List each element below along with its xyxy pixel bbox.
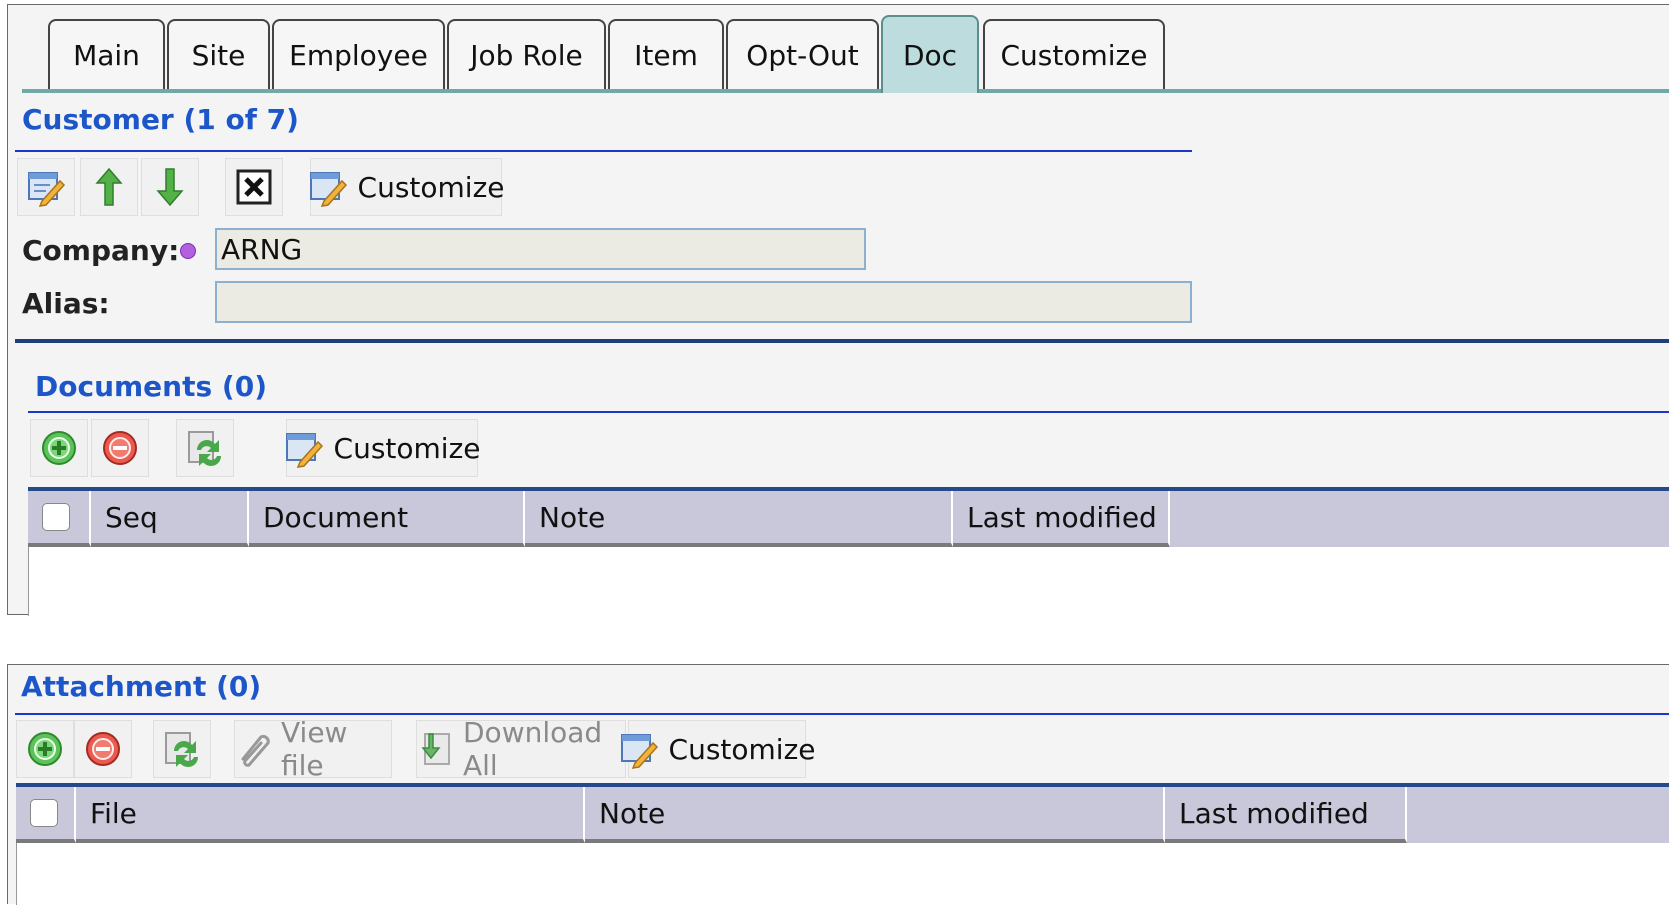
company-field[interactable]: ARNG bbox=[215, 228, 866, 270]
tab-opt-out[interactable]: Opt-Out bbox=[726, 19, 879, 89]
customer-title: Customer (1 of 7) bbox=[22, 103, 299, 136]
down-arrow-icon bbox=[155, 167, 185, 207]
documents-remove-button[interactable] bbox=[91, 419, 149, 477]
customize-label: Customize bbox=[357, 170, 505, 204]
customize-icon bbox=[619, 729, 659, 769]
attachment-title-rule bbox=[15, 713, 1669, 715]
attachment-customize-button[interactable]: Customize bbox=[620, 720, 816, 778]
tab-customize[interactable]: Customize bbox=[983, 19, 1165, 89]
select-all-checkbox[interactable] bbox=[30, 799, 58, 827]
view-file-label: View file bbox=[281, 716, 348, 782]
attachment-add-button[interactable] bbox=[16, 720, 74, 778]
attachment-remove-button[interactable] bbox=[74, 720, 132, 778]
delete-button[interactable] bbox=[225, 158, 283, 216]
customize-icon bbox=[284, 428, 324, 468]
close-box-icon bbox=[236, 169, 272, 205]
required-indicator bbox=[180, 243, 196, 259]
documents-add-button[interactable] bbox=[30, 419, 88, 477]
attachment-title: Attachment (0) bbox=[21, 670, 262, 703]
up-arrow-icon bbox=[94, 167, 124, 207]
move-down-button[interactable] bbox=[141, 158, 199, 216]
column-header-last-modified[interactable]: Last modified bbox=[1165, 787, 1407, 843]
tab-job-role[interactable]: Job Role bbox=[447, 19, 606, 89]
form-divider bbox=[15, 339, 1669, 343]
customer-customize-button[interactable]: Customize bbox=[308, 158, 505, 216]
documents-customize-button[interactable]: Customize bbox=[284, 419, 481, 477]
customize-label: Customize bbox=[668, 732, 816, 766]
tab-doc[interactable]: Doc bbox=[881, 15, 979, 93]
column-header-seq[interactable]: Seq bbox=[91, 491, 249, 547]
add-icon bbox=[40, 429, 78, 467]
refresh-icon bbox=[162, 729, 202, 769]
customer-title-rule bbox=[15, 150, 1192, 152]
remove-icon bbox=[84, 730, 122, 768]
documents-grid-header: Seq Document Note Last modified bbox=[28, 487, 1669, 547]
customize-label: Customize bbox=[333, 431, 481, 465]
download-icon bbox=[417, 730, 453, 768]
documents-grid-body bbox=[28, 547, 1669, 616]
tab-item[interactable]: Item bbox=[608, 19, 724, 89]
documents-title: Documents (0) bbox=[35, 370, 267, 403]
edit-button[interactable] bbox=[17, 158, 75, 216]
edit-form-icon bbox=[26, 167, 66, 207]
tab-underline bbox=[22, 89, 1669, 93]
alias-label: Alias: bbox=[22, 287, 110, 320]
tab-employee[interactable]: Employee bbox=[272, 19, 445, 89]
company-label: Company: bbox=[22, 234, 180, 267]
column-header-document[interactable]: Document bbox=[249, 491, 525, 547]
alias-field[interactable] bbox=[215, 281, 1192, 323]
customer-panel: Main Site Employee Job Role Item Opt-Out… bbox=[7, 4, 1669, 616]
column-header-last-modified[interactable]: Last modified bbox=[953, 491, 1170, 547]
view-file-button[interactable]: View file bbox=[234, 716, 392, 782]
column-header-file[interactable]: File bbox=[76, 787, 585, 843]
download-all-label: Download All bbox=[463, 716, 603, 782]
tab-main[interactable]: Main bbox=[48, 19, 165, 89]
attachment-panel: Attachment (0) View file Download All Cu… bbox=[7, 664, 1669, 905]
download-all-button[interactable]: Download All bbox=[416, 716, 626, 782]
remove-icon bbox=[101, 429, 139, 467]
add-icon bbox=[26, 730, 64, 768]
refresh-icon bbox=[185, 428, 225, 468]
paperclip-icon bbox=[235, 731, 271, 767]
attachment-refresh-button[interactable] bbox=[153, 720, 211, 778]
column-header-note[interactable]: Note bbox=[525, 491, 953, 547]
documents-select-all-cell bbox=[28, 491, 91, 547]
documents-title-rule bbox=[28, 411, 1669, 413]
tab-site[interactable]: Site bbox=[167, 19, 270, 89]
customize-icon bbox=[308, 167, 348, 207]
select-all-checkbox[interactable] bbox=[42, 503, 70, 531]
column-header-note[interactable]: Note bbox=[585, 787, 1165, 843]
move-up-button[interactable] bbox=[80, 158, 138, 216]
documents-refresh-button[interactable] bbox=[176, 419, 234, 477]
tab-bar: Main Site Employee Job Role Item Opt-Out… bbox=[15, 5, 1669, 93]
attachment-select-all-cell bbox=[16, 787, 76, 843]
attachment-grid-header: File Note Last modified bbox=[16, 783, 1669, 843]
